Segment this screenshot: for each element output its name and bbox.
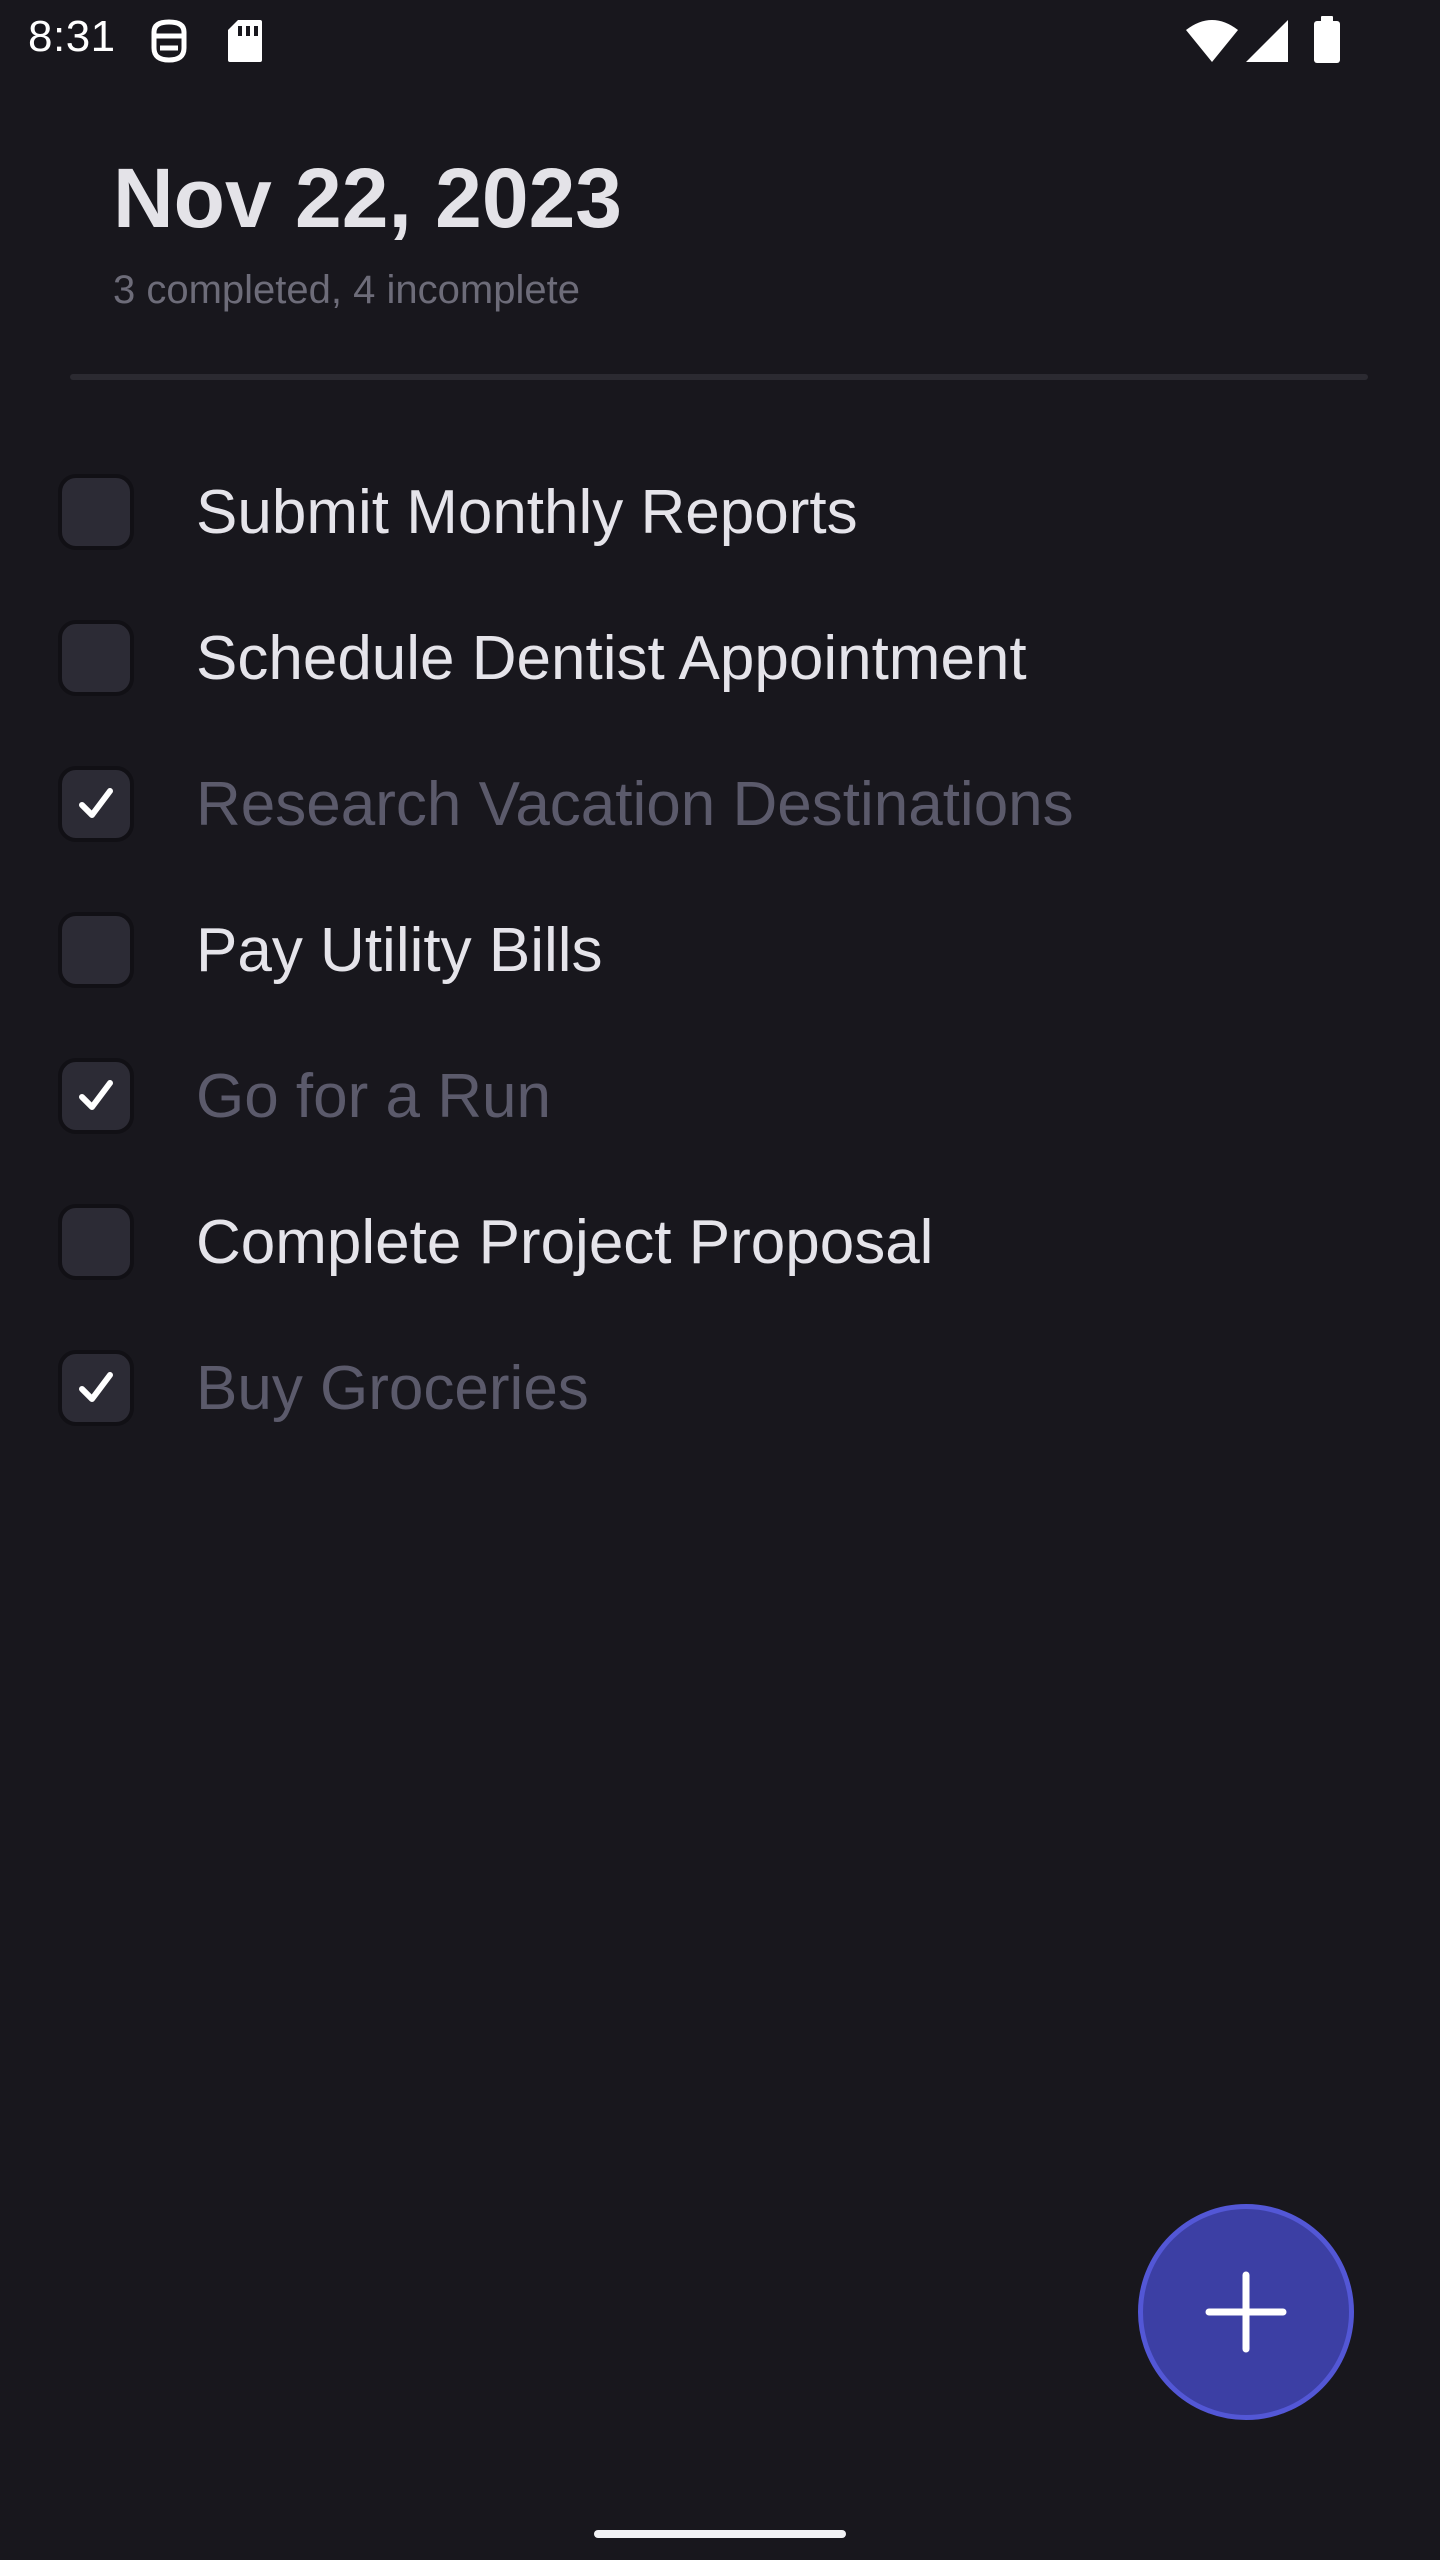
- cellular-signal-icon: [1246, 20, 1288, 67]
- task-item[interactable]: Complete Project Proposal: [0, 1168, 1440, 1314]
- wifi-icon: [1186, 20, 1238, 67]
- task-label: Submit Monthly Reports: [196, 478, 858, 547]
- task-item[interactable]: Pay Utility Bills: [0, 876, 1440, 1022]
- battery-icon: [1312, 16, 1342, 69]
- task-label: Schedule Dentist Appointment: [196, 624, 1027, 693]
- checkmark-icon: [79, 1372, 113, 1402]
- status-time: 8:31: [28, 12, 116, 61]
- divider: [70, 374, 1368, 380]
- task-checkbox[interactable]: [58, 1204, 134, 1280]
- task-label: Pay Utility Bills: [196, 916, 603, 985]
- task-item[interactable]: Go for a Run: [0, 1022, 1440, 1168]
- task-label: Go for a Run: [196, 1062, 551, 1131]
- plus-icon: [1205, 2271, 1287, 2353]
- task-checkbox[interactable]: [58, 912, 134, 988]
- status-bar: 8:31: [0, 0, 1440, 84]
- add-task-button[interactable]: [1138, 2204, 1354, 2420]
- task-item[interactable]: Submit Monthly Reports: [0, 438, 1440, 584]
- checkmark-icon: [79, 1080, 113, 1110]
- task-checkbox-checked[interactable]: [58, 766, 134, 842]
- task-label: Complete Project Proposal: [196, 1208, 934, 1277]
- task-list: Submit Monthly Reports Schedule Dentist A…: [0, 438, 1440, 1460]
- task-checkbox-checked[interactable]: [58, 1058, 134, 1134]
- task-item[interactable]: Schedule Dentist Appointment: [0, 584, 1440, 730]
- task-item[interactable]: Buy Groceries: [0, 1314, 1440, 1460]
- page-title: Nov 22, 2023: [113, 151, 623, 245]
- task-checkbox[interactable]: [58, 474, 134, 550]
- task-checkbox-checked[interactable]: [58, 1350, 134, 1426]
- task-summary: 3 completed, 4 incomplete: [113, 268, 580, 312]
- task-item[interactable]: Research Vacation Destinations: [0, 730, 1440, 876]
- gesture-bar[interactable]: [594, 2530, 846, 2538]
- task-label: Research Vacation Destinations: [196, 770, 1074, 839]
- sd-card-icon: [226, 18, 264, 69]
- notification-face-icon: [148, 18, 190, 69]
- checkmark-icon: [79, 788, 113, 818]
- task-label: Buy Groceries: [196, 1354, 589, 1423]
- task-checkbox[interactable]: [58, 620, 134, 696]
